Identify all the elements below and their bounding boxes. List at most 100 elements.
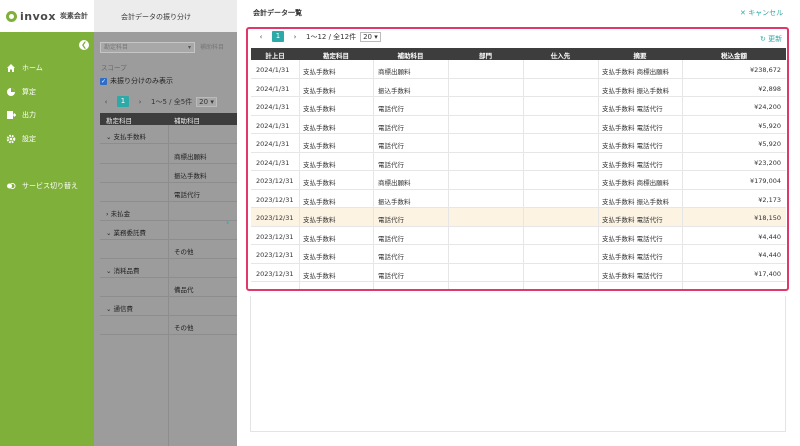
cell-amount: ¥18,150 — [754, 214, 781, 222]
cell-amount: ¥24,200 — [754, 103, 781, 111]
page-info: 1〜5 / 全5件 — [151, 97, 193, 106]
current-page-button[interactable]: 1 — [117, 96, 129, 107]
column-header: 仕入先 — [550, 52, 571, 60]
table-row[interactable]: 2024/1/31 支払手数料 電話代行 支払手数料 電話代行 ¥5,920 — [251, 134, 786, 153]
cell-amount: ¥179,004 — [749, 177, 781, 185]
left-pagination: ‹ 1 › 1〜5 / 全5件 20 ▾ — [101, 96, 217, 107]
collapse-sidebar-button[interactable]: ❮ — [79, 40, 89, 50]
cell-sub: 電話代行 — [378, 160, 404, 169]
cell-account: 支払手数料 — [303, 234, 336, 243]
table-row[interactable]: 2023/12/31 支払手数料 商標出願料 支払手数料 商標出願料 ¥179,004 — [251, 171, 786, 190]
table-row[interactable]: 2024/1/31 支払手数料 電話代行 支払手数料 電話代行 ¥24,200 — [251, 97, 786, 116]
cell-memo: 支払手数料 電話代行 — [602, 216, 663, 224]
sub-label: その他 — [174, 248, 194, 256]
sidebar-item-home[interactable]: ホーム — [6, 63, 43, 73]
sidebar-item-label: 設定 — [22, 135, 36, 143]
cell-memo: 支払手数料 電話代行 — [602, 271, 663, 280]
account-select[interactable]: 勘定科目 ▾ — [100, 42, 195, 53]
cell-memo: 支払手数料 電話代行 — [602, 142, 663, 150]
cell-sub: 振込手数料 — [378, 197, 411, 206]
chevron-down-icon: ▾ — [187, 44, 191, 51]
cell-sub: 電話代行 — [378, 142, 404, 150]
sidebar-item-label: 算定 — [22, 88, 36, 96]
refresh-button[interactable]: ↻ 更新 — [760, 34, 782, 44]
category-label: ⌄ 通信費 — [106, 305, 134, 313]
column-divider — [299, 60, 300, 289]
cancel-button[interactable]: ✕ キャンセル — [740, 8, 783, 18]
table-row[interactable]: 2024/1/31 支払手数料 振込手数料 支払手数料 振込手数料 ¥2,898 — [251, 79, 786, 97]
prev-page-button[interactable]: ‹ — [256, 33, 266, 41]
column-divider — [168, 125, 169, 446]
cell-date: 2023/12/31 — [256, 251, 294, 259]
current-page-button[interactable]: 1 — [272, 31, 284, 42]
cell-date: 2023/12/31 — [256, 214, 294, 222]
checkbox-checked-icon: ✓ — [100, 77, 107, 85]
cell-amount: ¥5,920 — [758, 140, 781, 148]
sidebar-item-switch-service[interactable]: サービス切り替え — [6, 181, 78, 191]
cell-memo: 支払手数料 電話代行 — [602, 105, 663, 113]
sub-label: 商標出願料 — [174, 153, 207, 161]
cell-memo: 支払手数料 振込手数料 — [602, 197, 670, 206]
cell-memo: 支払手数料 電話代行 — [602, 253, 663, 261]
cell-amount: ¥2,898 — [758, 84, 781, 93]
sidebar-item-settings[interactable]: 設定 — [6, 134, 36, 144]
cell-sub: 電話代行 — [378, 123, 404, 132]
sidebar-item-label: サービス切り替え — [22, 182, 78, 190]
cell-amount: ¥5,920 — [758, 121, 781, 130]
table-row[interactable]: 2024/1/31 支払手数料 電話代行 支払手数料 電話代行 ¥5,920 — [251, 116, 786, 134]
cell-date: 2024/1/31 — [256, 66, 290, 74]
cell-date: 2023/12/31 — [256, 232, 294, 241]
column-divider — [373, 60, 374, 289]
prev-page-button[interactable]: ‹ — [101, 98, 111, 106]
expand-panel-button[interactable]: › — [226, 218, 229, 227]
table-row[interactable]: 2023/12/31 支払手数料 電話代行 支払手数料 電話代行 ¥17,400 — [251, 264, 786, 282]
unassigned-only-checkbox[interactable]: ✓ 未振り分けのみ表示 — [100, 76, 173, 86]
cell-date: 2024/1/31 — [256, 158, 290, 167]
cell-sub: 振込手数料 — [378, 86, 411, 95]
cell-account: 支払手数料 — [303, 123, 336, 132]
next-page-button[interactable]: › — [290, 33, 300, 41]
table-row[interactable]: 2023/12/31 支払手数料 振込手数料 支払手数料 振込手数料 ¥2,173 — [251, 190, 786, 208]
cell-memo: 支払手数料 電話代行 — [602, 123, 663, 132]
table-row[interactable]: 2024/1/31 支払手数料 商標出願料 支払手数料 商標出願料 ¥238,672 — [251, 60, 786, 79]
table-row[interactable]: 2024/1/31 支払手数料 電話代行 支払手数料 電話代行 ¥23,200 — [251, 153, 786, 171]
column-divider — [598, 60, 599, 289]
sub-label: 電話代行 — [174, 191, 200, 199]
table-row[interactable]: 2023/12/31 支払手数料 電話代行 支払手数料 電話代行 ¥18,150 — [251, 208, 786, 227]
page-info: 1〜12 / 全12件 — [306, 32, 357, 41]
table-row[interactable]: 2023/12/31 支払手数料 電話代行 支払手数料 電話代行 ¥4,440 — [251, 227, 786, 245]
cell-amount: ¥4,440 — [758, 232, 781, 241]
account-select-placeholder: 勘定科目 — [104, 44, 129, 51]
sub-account-select[interactable]: 補助科目 — [200, 42, 224, 51]
column-header: 税込金額 — [721, 52, 747, 60]
cell-account: 支払手数料 — [303, 86, 336, 95]
category-label: › 未払金 — [106, 210, 131, 218]
cell-sub: 電話代行 — [378, 216, 404, 224]
brand-name: invox — [20, 9, 56, 23]
cell-date: 2023/12/31 — [256, 177, 294, 185]
calculation-icon — [6, 87, 16, 97]
sub-label: その他 — [174, 324, 194, 332]
cell-account: 支払手数料 — [303, 105, 336, 113]
cell-memo: 支払手数料 電話代行 — [602, 234, 663, 243]
cell-date: 2024/1/31 — [256, 121, 290, 130]
export-icon — [6, 110, 16, 120]
cell-date: 2023/12/31 — [256, 195, 294, 204]
logo-icon — [6, 10, 17, 22]
sidebar-item-calculation[interactable]: 算定 — [6, 87, 36, 97]
category-label: ⌄ 消耗品費 — [106, 267, 140, 275]
gear-icon — [6, 134, 16, 144]
table-header: 計上日 勘定科目 補助科目 部門 仕入先 摘要 税込金額 — [251, 48, 786, 60]
table-row[interactable]: 2023/12/31 支払手数料 電話代行 支払手数料 電話代行 ¥4,440 — [251, 245, 786, 264]
sidebar-item-export[interactable]: 出力 — [6, 110, 36, 120]
cell-amount: ¥2,173 — [758, 195, 781, 204]
page-size-select[interactable]: 20 ▾ — [196, 96, 217, 107]
column-header: 部門 — [479, 52, 492, 60]
page-size-select[interactable]: 20 ▾ — [360, 31, 381, 42]
home-icon — [6, 63, 16, 73]
cell-amount: ¥23,200 — [754, 158, 781, 167]
cell-sub: 電話代行 — [378, 234, 404, 243]
next-page-button[interactable]: › — [135, 98, 145, 106]
data-pagination: ‹ 1 › 1〜12 / 全12件 20 ▾ — [256, 31, 381, 42]
page-size-value: 20 — [363, 32, 372, 41]
